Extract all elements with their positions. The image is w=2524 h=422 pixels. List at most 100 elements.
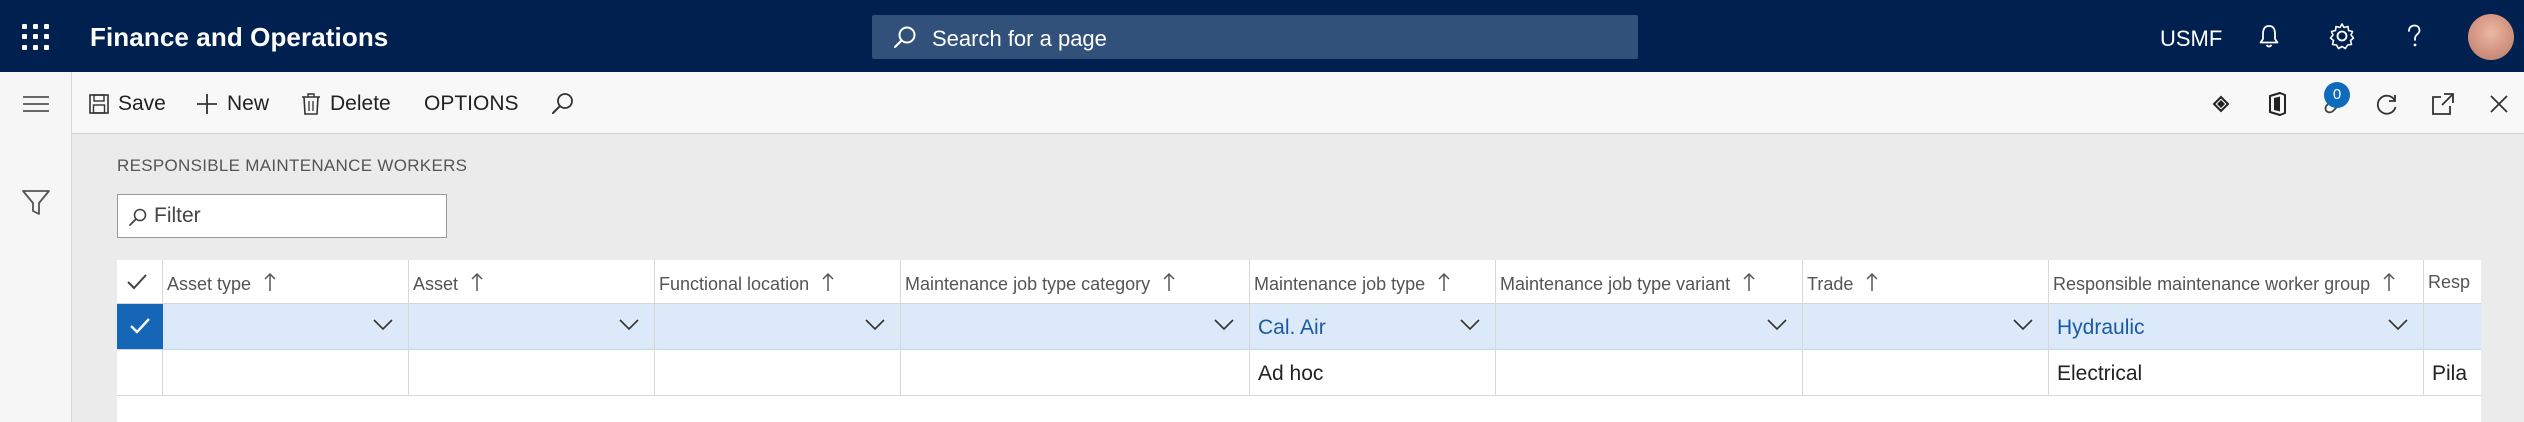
functional-location-lookup[interactable] [655,304,901,349]
checkmark-icon [130,318,150,334]
page-search-box[interactable]: Search for a page [872,15,1638,59]
open-in-new-window-icon[interactable] [2428,89,2458,119]
sort-ascending-icon [264,272,276,291]
job-type-lookup[interactable]: Cal. Air [1250,304,1496,349]
column-header-label: Asset type [167,274,252,294]
column-header[interactable]: Asset [409,260,655,303]
bell-icon[interactable] [2253,20,2285,52]
job-type-value[interactable]: Cal. Air [1258,316,1326,340]
column-header[interactable]: Maintenance job type category [901,260,1250,303]
help-icon[interactable] [2398,20,2430,52]
job-type-variant-lookup[interactable] [1496,304,1803,349]
save-button[interactable]: Save [88,90,166,118]
sort-ascending-icon [1743,272,1755,291]
responsible-worker-cell[interactable]: Pila [2424,350,2481,395]
delete-label: Delete [330,92,391,115]
column-header-label: Functional location [659,274,810,294]
chevron-down-icon[interactable] [372,318,394,332]
responsible-worker-value: Pila [2432,362,2468,385]
top-nav-bar: Finance and Operations Search for a page… [0,0,2524,72]
job-type-variant-cell[interactable] [1496,350,1803,395]
trade-cell[interactable] [1803,350,2049,395]
column-header-label: Resp [2428,272,2471,292]
chevron-down-icon[interactable] [2387,318,2409,332]
column-header[interactable]: Responsible maintenance worker group [2049,260,2424,303]
sort-ascending-icon [2383,272,2395,291]
column-header-label: Maintenance job type [1254,274,1426,294]
select-all-checkbox[interactable] [117,260,163,303]
search-icon [893,26,916,49]
asset-lookup[interactable] [409,304,655,349]
power-apps-icon[interactable] [2206,89,2236,119]
asset-cell[interactable] [409,350,655,395]
column-header-label: Trade [1807,274,1854,294]
settings-gear-icon[interactable] [2326,20,2358,52]
column-header[interactable]: Maintenance job type [1250,260,1496,303]
worker-group-cell[interactable]: Electrical [2049,350,2424,395]
job-type-category-cell[interactable] [901,350,1250,395]
company-picker[interactable]: USMF [2160,26,2222,52]
sort-ascending-icon [822,272,834,291]
maintenance-workers-grid: Asset type Asset Functional location Mai… [117,260,2481,422]
action-pane: Save New Delete OPTIONS [72,72,2524,134]
column-header[interactable]: Maintenance job type variant [1496,260,1803,303]
new-label: New [227,92,270,115]
app-launcher-icon[interactable] [20,22,50,52]
options-label: OPTIONS [424,92,519,115]
filter-funnel-icon[interactable] [18,184,54,220]
responsible-worker-cell[interactable] [2424,304,2481,349]
save-label: Save [118,92,166,115]
chevron-down-icon[interactable] [1766,318,1788,332]
row-checkbox[interactable] [117,304,163,349]
page-content: RESPONSIBLE MAINTENANCE WORKERS Asset ty… [72,134,2524,422]
job-type-category-lookup[interactable] [901,304,1250,349]
action-search-button[interactable] [550,90,584,118]
delete-button[interactable]: Delete [300,90,391,118]
trash-icon [302,93,320,115]
options-tab[interactable]: OPTIONS [424,90,519,118]
checkmark-icon [127,274,147,290]
column-header-label: Asset [413,274,459,294]
new-button[interactable]: New [195,90,269,118]
app-title[interactable]: Finance and Operations [90,22,388,53]
table-row[interactable]: Ad hoc Electrical Pila [117,350,2481,396]
chevron-down-icon[interactable] [1213,318,1235,332]
row-selected-indicator [117,304,163,349]
chevron-down-icon[interactable] [864,318,886,332]
column-header-label: Responsible maintenance worker group [2053,274,2371,294]
sort-ascending-icon [471,272,483,291]
chevron-down-icon[interactable] [2012,318,2034,332]
asset-type-cell[interactable] [163,350,409,395]
grid-header-row: Asset type Asset Functional location Mai… [117,260,2481,304]
office-icon[interactable] [2262,89,2292,119]
sort-ascending-icon [1866,272,1878,291]
grid-filter-box[interactable] [117,194,447,238]
worker-group-lookup[interactable]: Hydraulic [2049,304,2424,349]
row-checkbox[interactable] [117,350,163,395]
user-avatar[interactable] [2468,14,2514,60]
hamburger-menu-icon[interactable] [18,86,54,122]
worker-group-value[interactable]: Hydraulic [2057,316,2145,340]
chevron-down-icon[interactable] [618,318,640,332]
column-header-label: Maintenance job type variant [1500,274,1731,294]
trade-lookup[interactable] [1803,304,2049,349]
asset-type-lookup[interactable] [163,304,409,349]
table-row-selected[interactable]: Cal. Air Hydraulic [117,304,2481,350]
column-header[interactable]: Resp [2424,260,2481,303]
refresh-icon[interactable] [2372,89,2402,119]
chevron-down-icon[interactable] [1459,318,1481,332]
notification-count-badge: 0 [2324,82,2350,108]
left-navigation-rail [0,72,72,422]
sort-ascending-icon [1438,272,1450,291]
column-header[interactable]: Functional location [655,260,901,303]
close-icon[interactable] [2484,89,2514,119]
search-placeholder: Search for a page [932,26,1107,51]
job-type-cell[interactable]: Ad hoc [1250,350,1496,395]
plus-icon [197,94,217,114]
column-header[interactable]: Asset type [163,260,409,303]
functional-location-cell[interactable] [655,350,901,395]
column-header[interactable]: Trade [1803,260,2049,303]
filter-input[interactable] [154,203,434,229]
search-icon [552,93,573,114]
worker-group-value: Electrical [2057,362,2143,385]
